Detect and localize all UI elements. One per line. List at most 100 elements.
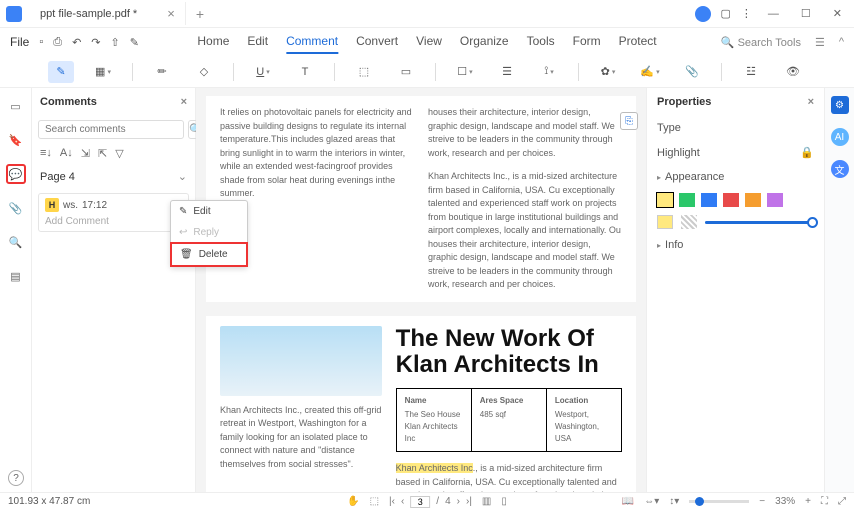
first-page-icon[interactable]: |‹	[389, 496, 395, 507]
attachment-tool[interactable]: 📎	[679, 61, 705, 83]
page-number-input[interactable]	[410, 496, 430, 508]
highlighter-tool[interactable]: ✎	[48, 61, 74, 83]
tab-form[interactable]: Form	[573, 30, 601, 54]
zoom-slider[interactable]	[689, 500, 749, 503]
tab-edit[interactable]: Edit	[247, 30, 268, 54]
prev-page-icon[interactable]: ‹	[401, 496, 404, 507]
save-icon[interactable]: ▫	[39, 36, 43, 48]
search-panel-icon[interactable]: 🔍	[6, 232, 26, 252]
fullscreen-icon[interactable]: ⤢	[838, 496, 846, 507]
redo-icon[interactable]: ↷	[91, 36, 100, 49]
tab-view[interactable]: View	[416, 30, 442, 54]
upload-icon[interactable]: ⇧	[111, 36, 120, 49]
close-window-button[interactable]: ✕	[827, 5, 848, 22]
signature-tool[interactable]: ✍	[637, 61, 663, 83]
stamp-tool[interactable]: ✿	[595, 61, 621, 83]
comments-page-section[interactable]: Page 4 ⌄	[32, 164, 195, 189]
zoom-value[interactable]: 33%	[775, 496, 795, 507]
swatch-orange[interactable]	[745, 193, 761, 207]
swatch-yellow[interactable]	[657, 193, 673, 207]
text-tool[interactable]: T	[292, 61, 318, 83]
fill-color-picker[interactable]	[657, 215, 673, 229]
tab-tools[interactable]: Tools	[527, 30, 555, 54]
close-tab-icon[interactable]: ×	[167, 6, 175, 21]
file-menu[interactable]: File	[10, 35, 29, 49]
thumbnails-icon[interactable]: ▭	[6, 96, 26, 116]
comment-item[interactable]: H ws. 17:12 Add Comment	[38, 193, 189, 232]
appearance-section[interactable]: Appearance	[647, 165, 824, 189]
new-tab-button[interactable]: +	[186, 6, 214, 22]
next-page-icon[interactable]: ›	[457, 496, 460, 507]
ai-assistant-icon[interactable]: AI	[831, 128, 849, 146]
shape-tool[interactable]: ☐	[452, 61, 478, 83]
undo-icon[interactable]: ↶	[72, 36, 81, 49]
user-avatar[interactable]	[695, 6, 711, 22]
hide-comments-icon[interactable]: 👁	[780, 61, 806, 83]
info-section[interactable]: Info	[647, 233, 824, 257]
select-tool-icon[interactable]: ⬚	[370, 496, 379, 507]
document-viewport[interactable]: ⎘ It relies on photovoltaic panels for e…	[196, 88, 646, 492]
note-tool[interactable]: ☰	[494, 61, 520, 83]
feedback-icon[interactable]: ▢	[721, 7, 731, 20]
sort-az-icon[interactable]: A↓	[60, 147, 73, 160]
close-properties-icon[interactable]: ×	[808, 96, 814, 108]
zoom-in-icon[interactable]: +	[805, 496, 811, 507]
swatch-blue[interactable]	[701, 193, 717, 207]
measure-tool[interactable]: ⟟	[536, 61, 562, 83]
tab-comment[interactable]: Comment	[286, 30, 338, 54]
zoom-out-icon[interactable]: −	[759, 496, 765, 507]
translate-icon[interactable]: 文	[831, 160, 849, 178]
tab-organize[interactable]: Organize	[460, 30, 509, 54]
doc-upper-right: houses their architecture, interior desi…	[428, 106, 622, 160]
fields-icon[interactable]: ▤	[6, 266, 26, 286]
attachments-icon[interactable]: 📎	[6, 198, 26, 218]
manage-comments-icon[interactable]: ☳	[738, 61, 764, 83]
copy-format-icon[interactable]: ⎘	[620, 112, 638, 130]
format-panel-icon[interactable]: ⚙	[831, 96, 849, 114]
ctx-delete[interactable]: 🗑Delete	[170, 242, 248, 267]
scroll-mode-icon[interactable]: ▥	[482, 496, 491, 507]
auto-scroll-icon[interactable]: ↕▾	[669, 496, 679, 507]
collapse-all-icon[interactable]: ⇱	[98, 147, 107, 160]
print-icon[interactable]: ⎙	[53, 36, 62, 49]
eraser-tool[interactable]: ◇	[191, 61, 217, 83]
opacity-slider[interactable]	[705, 221, 814, 224]
marker-icon[interactable]: ✎	[130, 36, 139, 49]
search-tools[interactable]: 🔍 Search Tools	[721, 36, 801, 49]
textbox-tool[interactable]: ▭	[393, 61, 419, 83]
swatch-green[interactable]	[679, 193, 695, 207]
document-tab[interactable]: ppt file-sample.pdf * ×	[30, 2, 186, 25]
maximize-button[interactable]: ☐	[795, 5, 817, 22]
fit-width-icon[interactable]: ⇔▾	[644, 496, 659, 507]
area-highlight-tool[interactable]: ▦	[90, 61, 116, 83]
last-page-icon[interactable]: ›|	[466, 496, 472, 507]
help-icon[interactable]: ?	[8, 470, 24, 486]
ctx-edit[interactable]: ✎Edit	[171, 201, 247, 222]
underline-tool[interactable]: U	[250, 61, 276, 83]
comments-panel-icon[interactable]: 💬	[6, 164, 26, 184]
single-page-icon[interactable]: ▯	[501, 496, 507, 507]
read-mode-icon[interactable]: 📖	[622, 496, 634, 507]
tab-home[interactable]: Home	[197, 30, 229, 54]
filter-icon[interactable]: ▽	[115, 147, 123, 160]
expand-all-icon[interactable]: ⇲	[81, 147, 90, 160]
close-comments-icon[interactable]: ×	[181, 96, 187, 108]
tab-convert[interactable]: Convert	[356, 30, 398, 54]
search-comments-input[interactable]	[38, 120, 184, 139]
expand-up-icon[interactable]: ☰	[815, 36, 825, 49]
pencil-tool[interactable]: ✏	[149, 61, 175, 83]
more-icon[interactable]: ⋮	[741, 7, 752, 20]
swatch-red[interactable]	[723, 193, 739, 207]
collapse-icon[interactable]: ^	[839, 36, 844, 48]
sort-page-icon[interactable]: ≡↓	[40, 147, 52, 160]
lock-icon[interactable]: 🔒	[800, 146, 814, 159]
add-comment-placeholder[interactable]: Add Comment	[45, 216, 182, 227]
swatch-purple[interactable]	[767, 193, 783, 207]
callout-tool[interactable]: ⬚	[351, 61, 377, 83]
tab-protect[interactable]: Protect	[619, 30, 657, 54]
minimize-button[interactable]: —	[762, 6, 785, 22]
fit-page-icon[interactable]: ⛶	[821, 496, 828, 507]
bookmarks-icon[interactable]: 🔖	[6, 130, 26, 150]
hand-tool-icon[interactable]: ✋	[347, 496, 359, 507]
highlighted-text[interactable]: Khan Architects Inc	[396, 463, 473, 473]
